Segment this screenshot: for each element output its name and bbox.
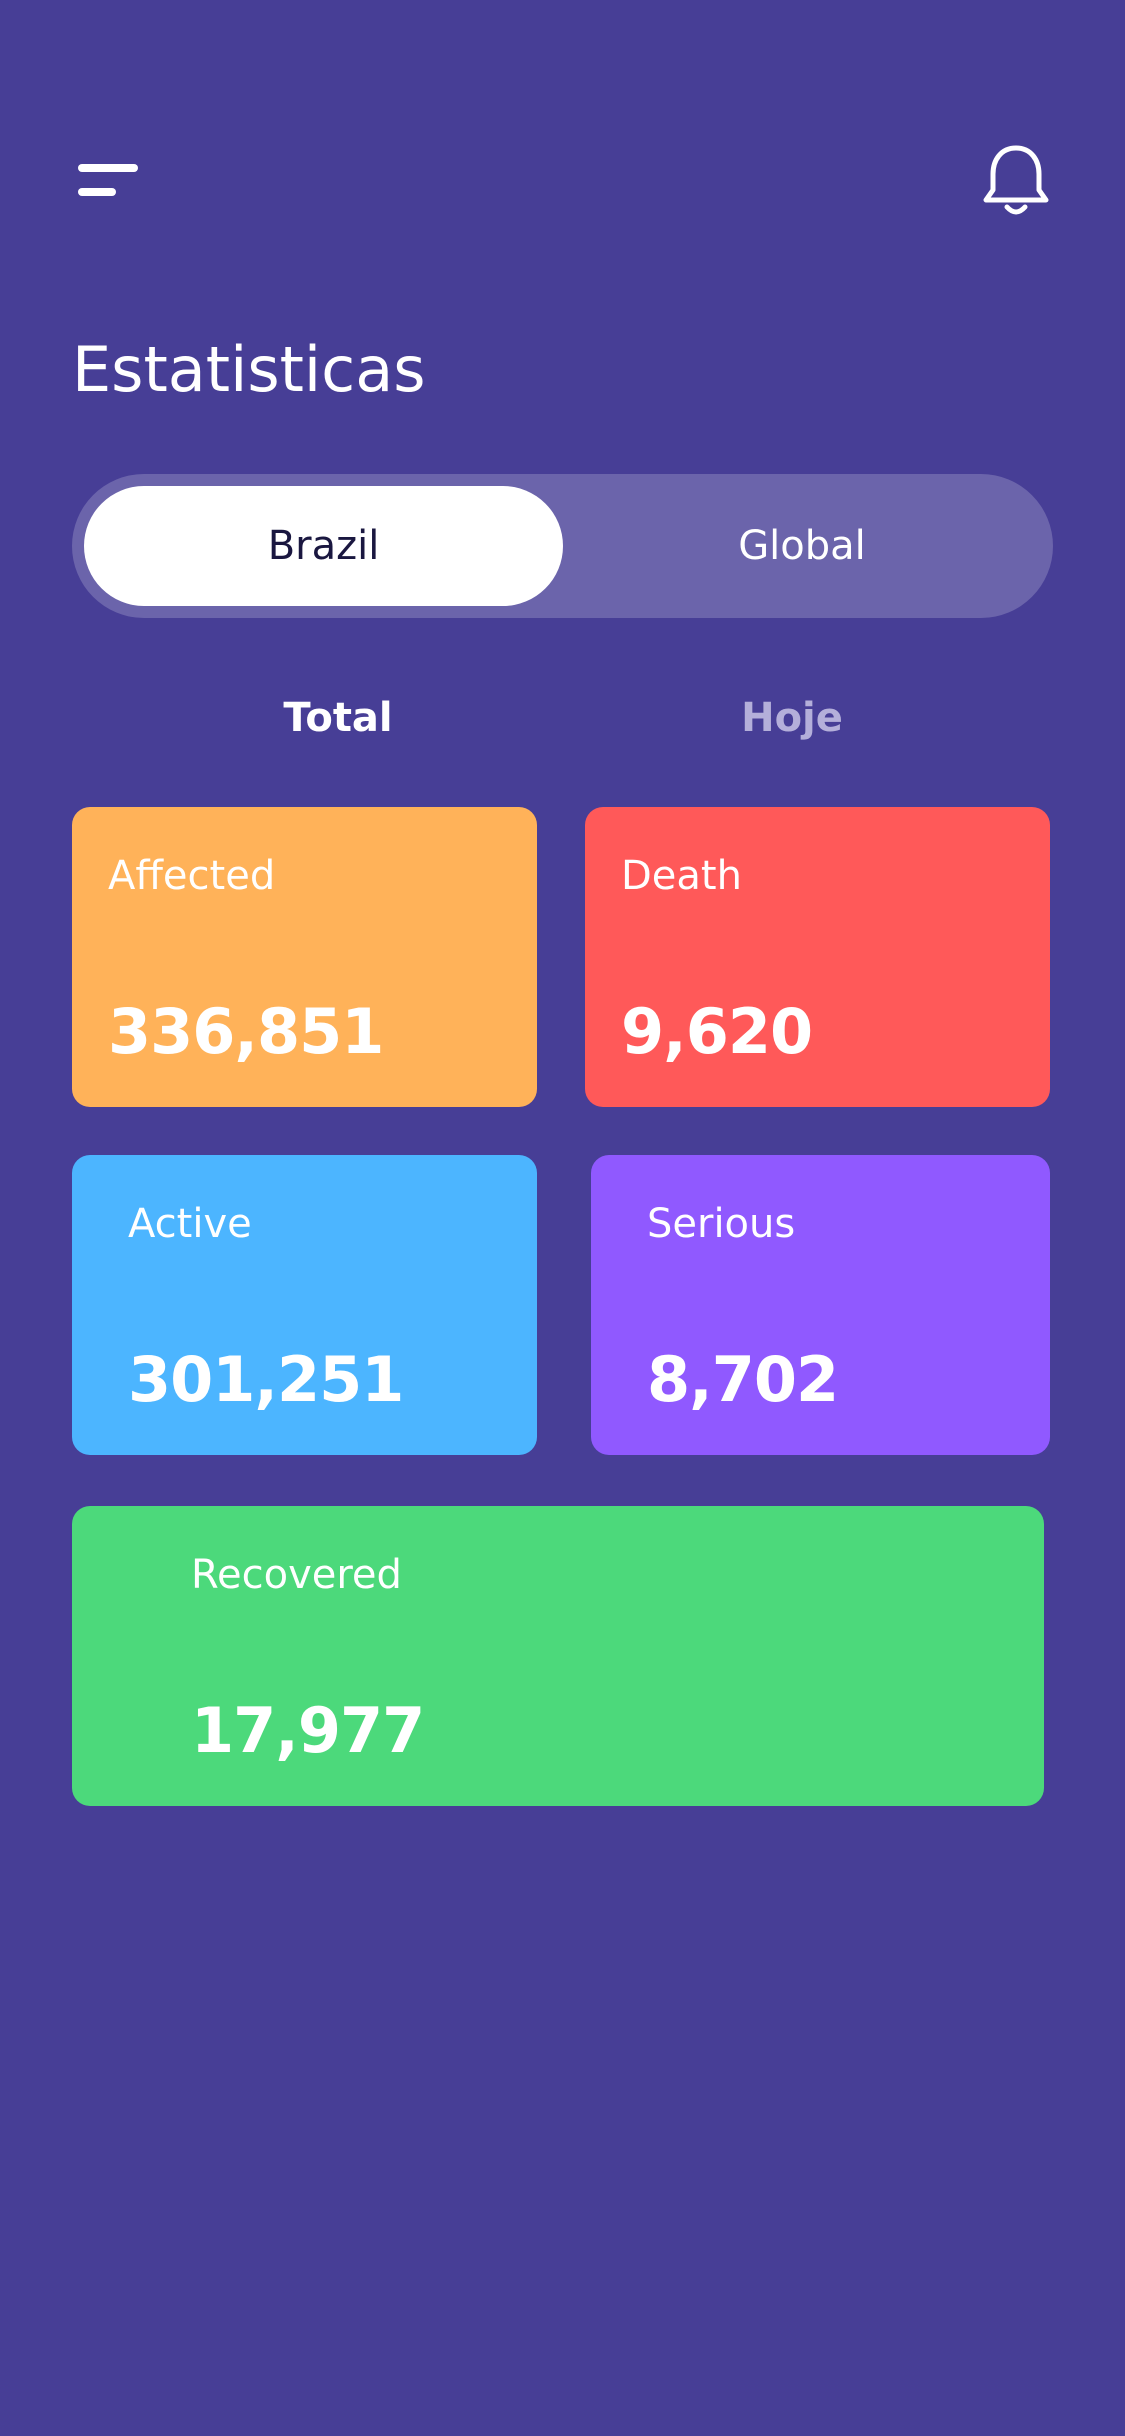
stat-label-serious: Serious — [647, 1201, 796, 1247]
region-option-brazil[interactable]: Brazil — [84, 486, 563, 606]
stat-label-affected: Affected — [108, 853, 276, 899]
statistics-screen: Estatisticas Brazil Global Total Hoje Af… — [0, 0, 1125, 2436]
region-option-global[interactable]: Global — [563, 486, 1041, 606]
stat-value-serious: 8,702 — [647, 1343, 839, 1416]
stat-card-recovered[interactable]: Recovered 17,977 — [72, 1506, 1044, 1806]
stat-card-death[interactable]: Death 9,620 — [585, 807, 1050, 1107]
stat-value-death: 9,620 — [621, 995, 813, 1068]
menu-icon-bar-top — [78, 164, 138, 172]
stat-value-affected: 336,851 — [108, 995, 384, 1068]
tab-hoje[interactable]: Hoje — [692, 686, 892, 750]
stat-label-active: Active — [128, 1201, 252, 1247]
page-title: Estatisticas — [72, 333, 426, 406]
region-selector: Brazil Global — [72, 474, 1053, 618]
tab-total[interactable]: Total — [238, 686, 438, 750]
bell-icon[interactable] — [980, 142, 1052, 220]
stat-card-affected[interactable]: Affected 336,851 — [72, 807, 537, 1107]
stat-label-death: Death — [621, 853, 742, 899]
stat-value-recovered: 17,977 — [191, 1694, 425, 1767]
stat-value-active: 301,251 — [128, 1343, 404, 1416]
menu-icon-bar-bottom — [78, 188, 116, 196]
stat-card-serious[interactable]: Serious 8,702 — [591, 1155, 1050, 1455]
stat-card-active[interactable]: Active 301,251 — [72, 1155, 537, 1455]
stat-label-recovered: Recovered — [191, 1552, 402, 1598]
menu-icon[interactable] — [72, 158, 144, 204]
bell-icon-graphic — [983, 145, 1049, 215]
